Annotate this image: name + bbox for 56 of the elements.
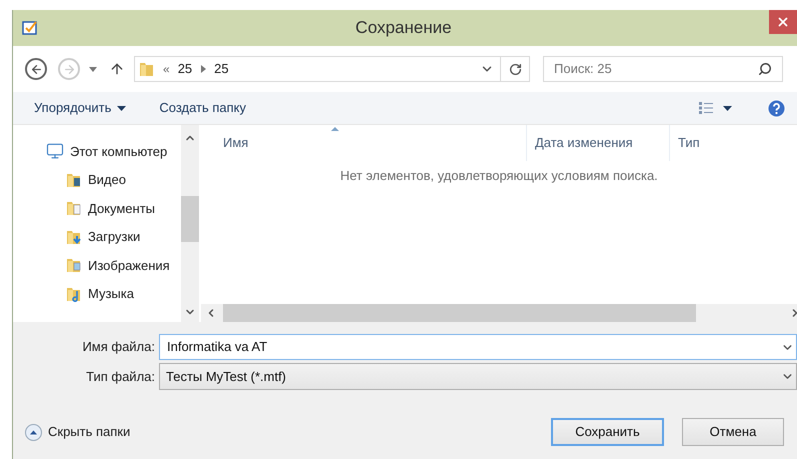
back-arrow-icon	[30, 62, 42, 76]
toolbar-button[interactable]: Создать папку	[159, 98, 246, 118]
nav-tree-item[interactable]: Этот компьютер	[70, 142, 168, 161]
horizontal-scrollbar[interactable]	[201, 304, 797, 322]
computer-icon	[46, 142, 64, 160]
view-menu-button[interactable]	[699, 102, 732, 114]
nav-tree-item[interactable]: Изображения	[88, 256, 170, 275]
breadcrumb-separator-icon[interactable]	[201, 65, 206, 73]
scrollbar-thumb[interactable]	[223, 304, 696, 322]
nav-tree-item[interactable]: Музыка	[88, 284, 134, 304]
sort-arrow-icon	[331, 127, 339, 131]
search-icon[interactable]	[758, 62, 772, 76]
caret-icon	[117, 106, 126, 110]
file-name-label: Имя файла:	[81, 338, 156, 356]
list-view-icon	[699, 102, 713, 114]
address-bar[interactable]: « 25 25	[134, 56, 530, 82]
folder-icon	[66, 172, 82, 188]
close-button[interactable]	[769, 10, 797, 34]
cancel-button[interactable]: Отмена	[682, 418, 784, 446]
refresh-icon[interactable]	[508, 62, 522, 76]
column-header[interactable]: Дата изменения	[526, 125, 669, 161]
column-header[interactable]: Тип	[669, 125, 797, 161]
file-name-input[interactable]: Informatika va AT	[167, 337, 781, 357]
empty-message: Нет элементов, удовлетворяющих условиям поиска.	[340, 167, 658, 185]
folder-icon	[139, 61, 155, 77]
folder-icon	[66, 228, 82, 245]
forward-arrow-icon	[62, 62, 76, 76]
organize-menu-button[interactable]: Упорядочить	[34, 98, 126, 118]
collapse-icon	[25, 424, 42, 440]
folder-icon	[66, 286, 82, 302]
back-button[interactable]	[25, 58, 47, 80]
folder-icon	[66, 200, 82, 216]
folder-icon	[66, 257, 82, 274]
nav-tree-item[interactable]: Видео	[88, 170, 126, 190]
help-icon[interactable]	[768, 100, 785, 116]
hide-folders-button[interactable]: Скрыть папки	[25, 422, 130, 442]
window-title: Сохранение	[355, 17, 452, 40]
breadcrumb-overflow[interactable]: «	[163, 60, 170, 78]
caret-icon	[723, 106, 732, 110]
breadcrumb-item[interactable]: 25	[178, 59, 192, 79]
app-icon	[22, 20, 38, 36]
save-button[interactable]: Сохранить	[551, 418, 664, 446]
search-input[interactable]: Поиск: 25	[554, 59, 758, 79]
nav-tree-item[interactable]: Документы	[88, 198, 156, 218]
scrollbar-thumb[interactable]	[181, 196, 199, 242]
close-icon	[776, 15, 790, 29]
breadcrumb-item[interactable]: 25	[214, 59, 229, 79]
up-icon[interactable]	[109, 61, 125, 77]
vertical-scrollbar[interactable]	[181, 125, 199, 322]
file-name-field[interactable]: Informatika va AT	[159, 334, 797, 360]
history-dropdown-icon[interactable]	[89, 66, 97, 72]
file-type-dropdown[interactable]: Тесты MyTest (*.mtf)	[159, 363, 797, 390]
file-type-label: Тип файла:	[85, 368, 156, 386]
nav-tree-item[interactable]: Загрузки	[88, 227, 140, 246]
search-field[interactable]: Поиск: 25	[543, 56, 783, 82]
column-header[interactable]: Имя	[201, 125, 526, 161]
